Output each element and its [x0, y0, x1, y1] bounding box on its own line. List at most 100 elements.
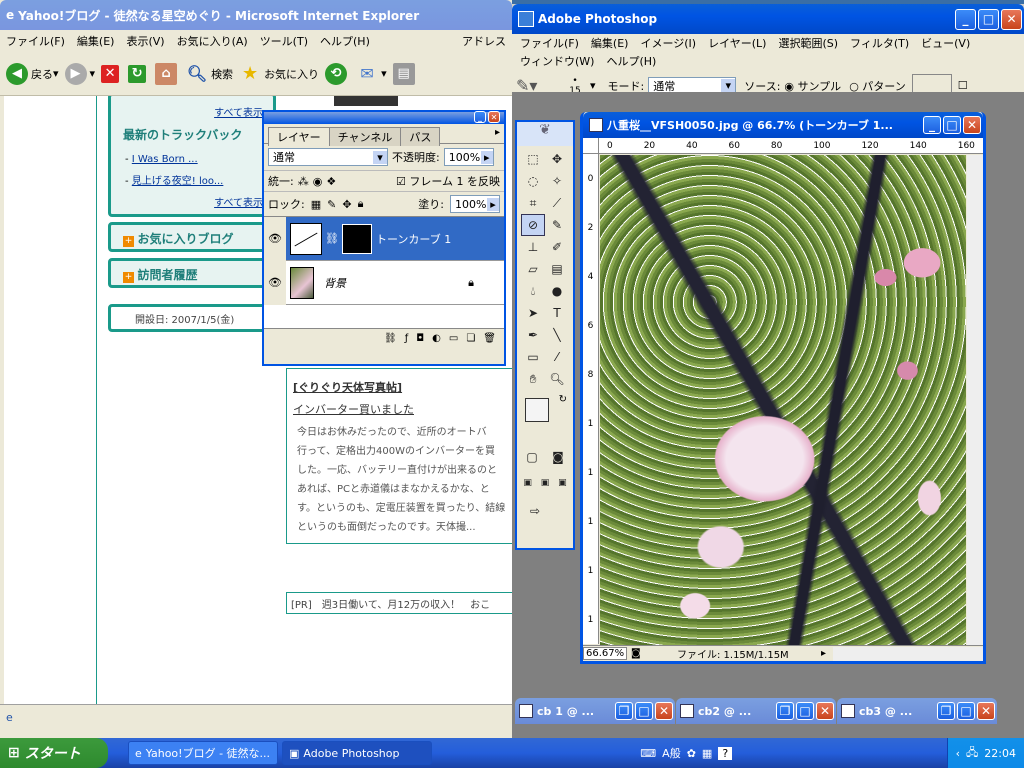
visitor-box[interactable]: + 訪問者履歴	[108, 258, 276, 288]
ps-menu-select[interactable]: 選択範囲(S)	[772, 35, 844, 51]
ime-tool-icon[interactable]: ✿	[687, 747, 696, 760]
horizontal-ruler[interactable]: 0 20 40 60 80 100 120 140 160	[599, 138, 983, 154]
add-mask-icon[interactable]: ◘	[416, 333, 424, 344]
pr-text[interactable]: [PR] 週3日働いて、月12万の収入！ おこ	[291, 600, 490, 611]
healing-brush-icon[interactable]: ⊘	[521, 214, 545, 236]
type-tool-icon[interactable]: T	[545, 302, 569, 324]
see-all-link-2[interactable]: すべて表示	[214, 194, 263, 209]
image-close-button[interactable]: ✕	[963, 116, 981, 134]
ie-menu-favorites[interactable]: お気に入り(A)	[171, 33, 254, 49]
zoom-field[interactable]: 66.67%	[583, 647, 627, 660]
maximize-icon[interactable]: □	[796, 702, 814, 720]
fav-blog-box[interactable]: + お気に入りブログ	[108, 222, 276, 252]
ie-menu-tools[interactable]: ツール(T)	[254, 33, 314, 49]
blend-mode-select[interactable]: 通常 ▾	[268, 148, 388, 166]
quickmask-mode-icon[interactable]: ◙	[546, 446, 570, 468]
foreground-color[interactable]	[525, 398, 549, 422]
ps-maximize-button[interactable]: □	[978, 8, 999, 30]
crop-tool-icon[interactable]: ⌗	[521, 192, 545, 214]
ie-titlebar[interactable]: e Yahoo!ブログ - 徒然なる星空めぐり - Microsoft Inte…	[0, 0, 512, 30]
ime-mode-text[interactable]: A般	[662, 745, 681, 761]
brush-tool-icon[interactable]: ✎	[545, 214, 569, 236]
zoom-tool-icon[interactable]: 🔍︎	[545, 368, 569, 390]
favorites-button[interactable]: ★ お気に入り	[239, 63, 319, 85]
restore-icon[interactable]: ❐	[615, 702, 633, 720]
notes-tool-icon[interactable]: ▭	[521, 346, 545, 368]
aligned-checkbox[interactable]: ☐	[958, 79, 968, 92]
unify-position-icon[interactable]: ⁂	[298, 175, 309, 188]
layer-style-icon[interactable]: ƒ	[405, 333, 409, 344]
task-photoshop[interactable]: ▣ Adobe Photoshop	[282, 741, 432, 765]
vertical-scrollbar[interactable]	[967, 155, 983, 645]
ie-menu-edit[interactable]: 編集(E)	[71, 33, 121, 49]
stamp-tool-icon[interactable]: ⊥	[521, 236, 545, 258]
ps-menu-window[interactable]: ウィンドウ(W)	[514, 53, 600, 69]
mail-button[interactable]: ✉ ▾	[356, 63, 386, 85]
ime-pad-icon[interactable]: ▦	[702, 747, 712, 760]
refresh-button[interactable]: ↻	[128, 64, 149, 83]
maximize-icon[interactable]: □	[635, 702, 653, 720]
ps-titlebar[interactable]: Adobe Photoshop _ □ ✕	[512, 4, 1024, 34]
close-icon[interactable]: ✕	[977, 702, 995, 720]
color-swatches[interactable]: ↻	[517, 392, 573, 444]
screen-mode-3-icon[interactable]: ▣	[554, 472, 571, 494]
minimized-doc-cb3[interactable]: cb3 @ ... ❐ □ ✕	[837, 698, 997, 724]
close-icon[interactable]: ✕	[655, 702, 673, 720]
image-minimize-button[interactable]: _	[923, 116, 941, 134]
minimized-doc-cb1[interactable]: cb 1 @ ... ❐ □ ✕	[515, 698, 675, 724]
forward-button[interactable]: ▶ ▾	[64, 62, 95, 85]
jump-to-imageready[interactable]: ⇨	[517, 496, 573, 526]
ps-menu-help[interactable]: ヘルプ(H)	[600, 53, 662, 69]
adjustment-layer-icon[interactable]: ◐	[432, 333, 441, 344]
gradient-tool-icon[interactable]: ▤	[545, 258, 569, 280]
lasso-tool-icon[interactable]: ◌	[521, 170, 545, 192]
unify-visibility-icon[interactable]: ◉	[313, 175, 323, 188]
restore-icon[interactable]: ❐	[776, 702, 794, 720]
eraser-tool-icon[interactable]: ▱	[521, 258, 545, 280]
restore-icon[interactable]: ❐	[937, 702, 955, 720]
opacity-input[interactable]: 100% ▸	[443, 148, 494, 166]
search-button[interactable]: 🔍︎ 検索	[186, 63, 233, 85]
new-group-icon[interactable]: ▭	[449, 333, 458, 344]
trash-icon[interactable]: 🗑︎	[483, 333, 496, 344]
ps-menu-view[interactable]: ビュー(V)	[915, 35, 976, 51]
new-layer-icon[interactable]: ❏	[466, 333, 475, 344]
stop-button[interactable]: ✕	[101, 64, 122, 83]
layers-close-icon[interactable]: ✕	[488, 111, 500, 123]
clock[interactable]: 22:04	[984, 747, 1016, 760]
ps-menu-file[interactable]: ファイル(F)	[514, 35, 585, 51]
layer-row-tonecurve[interactable]: 👁︎ ⛓ トーンカーブ 1	[264, 216, 504, 261]
standard-mode-icon[interactable]: ▢	[520, 446, 544, 468]
pr-box[interactable]: [PR] 週3日働いて、月12万の収入！ おこ	[286, 592, 512, 614]
trackback-link-1[interactable]: I Was Born ...	[132, 154, 198, 165]
ps-close-button[interactable]: ✕	[1001, 8, 1022, 30]
start-button[interactable]: ⊞ スタート	[0, 738, 108, 768]
history-brush-icon[interactable]: ✐	[545, 236, 569, 258]
image-titlebar[interactable]: 八重桜__VFSH0050.jpg @ 66.7% (トーンカーブ 1... _…	[583, 112, 983, 138]
slice-tool-icon[interactable]: ⟋	[545, 192, 569, 214]
tab-layers[interactable]: レイヤー	[268, 127, 330, 146]
horizontal-scrollbar[interactable]	[833, 646, 983, 661]
fill-arrow-icon[interactable]: ▸	[487, 197, 499, 211]
swap-colors-icon[interactable]: ↻	[559, 394, 567, 405]
eye-icon[interactable]: 👁︎	[264, 260, 286, 305]
frame-checkbox[interactable]: ☑ フレーム 1 を反映	[396, 173, 500, 189]
cherry-blossom-photo[interactable]	[600, 155, 966, 645]
help-icon[interactable]: ?	[718, 746, 733, 760]
pen-tool-icon[interactable]: ✒	[521, 324, 545, 346]
image-maximize-button[interactable]: □	[943, 116, 961, 134]
ps-menu-filter[interactable]: フィルタ(T)	[844, 35, 915, 51]
hand-tool-icon[interactable]: ✋︎	[521, 368, 545, 390]
history-button[interactable]: ⟲	[325, 62, 350, 85]
status-info-icon[interactable]: ◙	[631, 648, 641, 659]
layers-titlebar[interactable]: _ ✕	[264, 111, 504, 124]
trackback-item-1[interactable]: - I Was Born ...	[125, 154, 198, 165]
brush-dropdown-arrow[interactable]: ▾	[590, 79, 596, 92]
palette-menu-icon[interactable]: ▸	[495, 127, 500, 138]
task-ie[interactable]: e Yahoo!ブログ - 徒然な...	[128, 741, 278, 765]
tab-paths[interactable]: パス	[400, 127, 441, 146]
dodge-tool-icon[interactable]: ●	[545, 280, 569, 302]
trackback-item-2[interactable]: - 見上げる夜空! loo...	[125, 172, 223, 187]
lock-transparency-icon[interactable]: ▦	[311, 198, 321, 211]
minimized-doc-cb2[interactable]: cb2 @ ... ❐ □ ✕	[676, 698, 836, 724]
